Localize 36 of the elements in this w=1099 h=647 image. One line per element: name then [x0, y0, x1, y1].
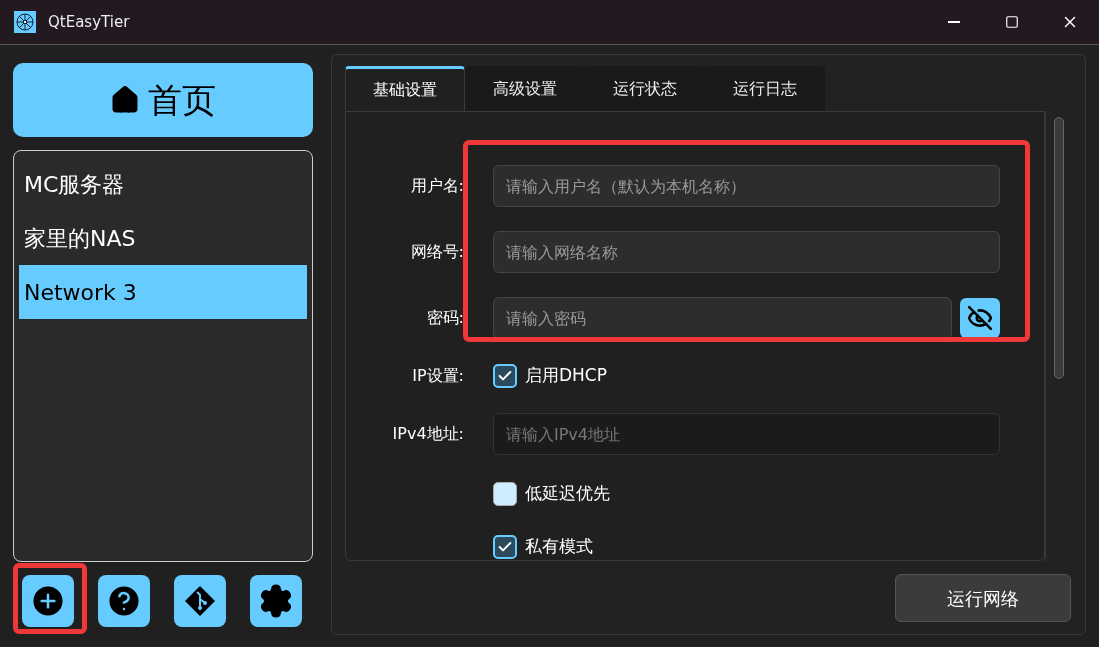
network-logo-icon	[14, 11, 36, 33]
help-button[interactable]	[98, 575, 150, 627]
checkbox-label: 私有模式	[525, 534, 593, 558]
field-label: IP设置:	[412, 365, 464, 387]
eye-slash-icon	[967, 305, 993, 331]
house-icon	[110, 85, 140, 115]
checkbox-label: 低延迟优先	[525, 481, 610, 505]
home-button[interactable]: 首页	[13, 63, 313, 137]
settings-button[interactable]	[250, 575, 302, 627]
tab[interactable]: 运行日志	[705, 66, 825, 111]
maximize-icon	[1005, 15, 1019, 29]
checkbox-label: 启用DHCP	[525, 364, 607, 388]
tab[interactable]: 基础设置	[345, 66, 465, 111]
network-item[interactable]: Network 3	[19, 265, 307, 319]
settings-icon	[258, 583, 294, 619]
checkbox[interactable]	[493, 534, 517, 559]
password-field[interactable]: 请输入密码	[493, 297, 952, 339]
network-item[interactable]: MC服务器	[19, 157, 307, 211]
git-button[interactable]	[174, 575, 226, 627]
add-button[interactable]	[22, 575, 74, 627]
run-network-button[interactable]: 运行网络	[895, 574, 1071, 622]
input-field[interactable]: 请输入用户名（默认为本机名称）	[493, 165, 1000, 207]
tab[interactable]: 运行状态	[585, 66, 705, 111]
toggle-visibility-button[interactable]	[960, 298, 1000, 338]
checkbox[interactable]	[493, 364, 517, 388]
field-label: 用户名:	[410, 175, 464, 197]
tab[interactable]: 高级设置	[465, 66, 585, 111]
minimize-icon	[948, 21, 960, 23]
window-title: QtEasyTier	[48, 11, 130, 33]
git-icon	[183, 584, 217, 618]
input-field[interactable]: 请输入网络名称	[493, 231, 1000, 273]
field-label: IPv4地址:	[392, 423, 464, 445]
checkbox[interactable]	[493, 481, 517, 506]
network-item[interactable]: 家里的NAS	[19, 211, 307, 265]
field-label: 网络号:	[410, 241, 464, 263]
field-label: 密码:	[426, 307, 464, 329]
